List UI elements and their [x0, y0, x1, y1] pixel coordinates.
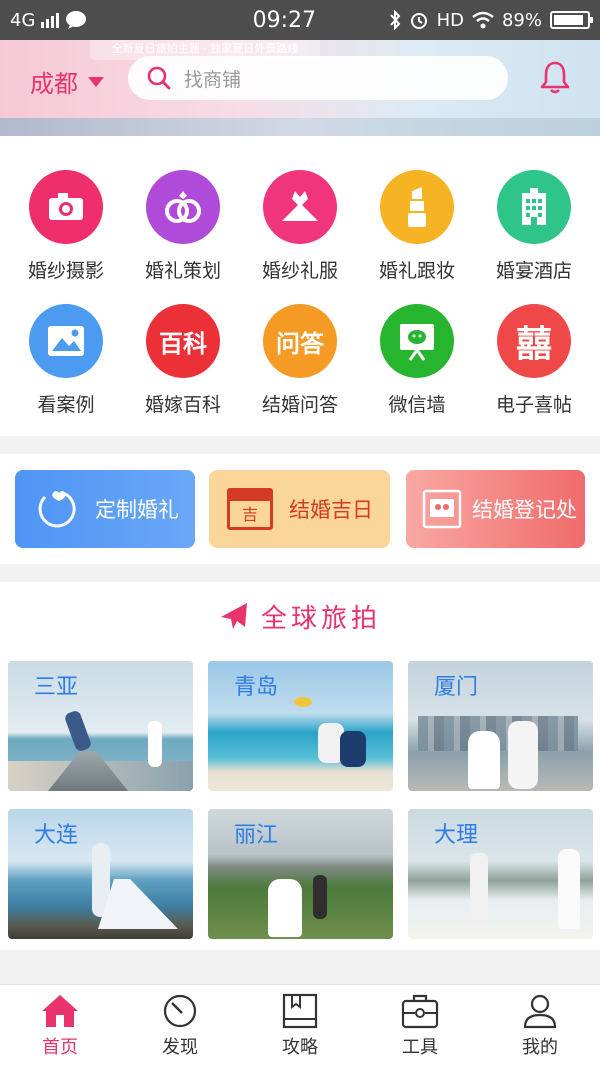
search-icon [147, 66, 171, 90]
category-label: 婚礼跟妆 [378, 260, 455, 282]
airplane-icon [220, 602, 247, 629]
travel-destination-card[interactable]: 大连 [8, 809, 193, 939]
category-item[interactable]: 问答 结婚问答 [245, 304, 355, 417]
custom-wedding-button[interactable]: 定制婚礼 [15, 470, 195, 548]
registry-office-button[interactable]: 结婚登记处 [406, 470, 585, 548]
category-label: 结婚问答 [261, 394, 338, 416]
destination-label: 青岛 [234, 675, 279, 700]
tab-tools[interactable]: 工具 [360, 985, 480, 1067]
profile-icon [523, 994, 557, 1029]
tab-guide[interactable]: 攻略 [240, 985, 360, 1067]
destination-label: 大理 [434, 823, 479, 848]
calendar-icon: 吉 [227, 488, 273, 530]
category-item[interactable]: 微信墙 [362, 304, 472, 417]
category-item[interactable]: 婚宴酒店 [479, 170, 589, 283]
action-row: 定制婚礼 吉 结婚吉日 结婚登记处 [0, 454, 600, 564]
battery-icon [550, 11, 593, 29]
destination-label: 三亚 [34, 675, 79, 700]
destination-label: 大连 [34, 823, 79, 848]
travel-destination-card[interactable]: 青岛 [208, 661, 393, 791]
category-label: 婚礼策划 [144, 260, 221, 282]
tab-discover[interactable]: 发现 [120, 985, 240, 1067]
action-label: 结婚登记处 [472, 498, 577, 522]
bell-icon[interactable] [536, 58, 574, 96]
bottom-tab-bar: 首页 发现 攻略 工具 我的 [0, 984, 600, 1067]
wifi-icon [472, 11, 494, 29]
invitation-icon: 囍 [497, 304, 571, 378]
tab-label: 攻略 [282, 1037, 318, 1058]
custom-wedding-icon [38, 491, 76, 528]
network-label: 4G [10, 9, 36, 31]
tab-label: 首页 [42, 1037, 78, 1058]
tab-label: 我的 [522, 1037, 558, 1058]
destination-label: 厦门 [434, 675, 479, 700]
category-item[interactable]: 婚礼跟妆 [362, 170, 472, 283]
category-item[interactable]: 看案例 [11, 304, 121, 417]
category-label: 电子喜帖 [495, 394, 572, 416]
bluetooth-icon [389, 10, 400, 30]
category-item[interactable]: 婚纱礼服 [245, 170, 355, 283]
lipstick-icon [380, 170, 454, 244]
registry-icon [422, 489, 462, 529]
book-icon [282, 993, 318, 1029]
rings-icon [146, 170, 220, 244]
category-label: 婚嫁百科 [144, 394, 221, 416]
category-item[interactable]: 囍 电子喜帖 [479, 304, 589, 417]
home-icon [42, 995, 78, 1027]
tab-label: 工具 [402, 1037, 438, 1058]
encyclopedia-icon: 百科 [146, 304, 220, 378]
category-item[interactable]: 婚纱摄影 [11, 170, 121, 283]
travel-title: 全球旅拍 [0, 598, 600, 635]
hd-label: HD [436, 9, 464, 31]
travel-destination-card[interactable]: 大理 [408, 809, 593, 939]
compass-icon [163, 994, 197, 1028]
city-selector[interactable]: 成都 [30, 64, 104, 99]
camera-icon [29, 170, 103, 244]
qa-icon: 问答 [263, 304, 337, 378]
picture-icon [29, 304, 103, 378]
search-input[interactable]: 找商铺 [128, 56, 508, 100]
travel-destination-card[interactable]: 厦门 [408, 661, 593, 791]
signal-icon [41, 12, 60, 28]
caret-down-icon [88, 76, 104, 87]
auspicious-day-button[interactable]: 吉 结婚吉日 [209, 470, 390, 548]
wechat-wall-icon [380, 304, 454, 378]
alarm-icon [410, 13, 427, 29]
category-label: 婚纱摄影 [27, 260, 104, 282]
travel-destination-card[interactable]: 丽江 [208, 809, 393, 939]
category-label: 微信墙 [388, 394, 446, 416]
tab-profile[interactable]: 我的 [480, 985, 600, 1067]
travel-section: 全球旅拍 三亚 青岛 厦门 大连 丽江 大理 [0, 582, 600, 950]
travel-destination-card[interactable]: 三亚 [8, 661, 193, 791]
message-icon [66, 11, 87, 29]
action-label: 结婚吉日 [289, 498, 373, 522]
hotel-icon [497, 170, 571, 244]
action-label: 定制婚礼 [95, 498, 179, 522]
battery-percent: 89% [501, 9, 542, 31]
category-label: 看案例 [37, 394, 95, 416]
category-label: 婚纱礼服 [261, 260, 338, 282]
category-label: 婚宴酒店 [495, 260, 572, 282]
toolbox-icon [401, 994, 439, 1029]
banner-stripe [0, 118, 600, 136]
category-item[interactable]: 婚礼策划 [128, 170, 238, 283]
city-label: 成都 [30, 70, 78, 98]
search-placeholder: 找商铺 [184, 68, 242, 91]
dress-icon [263, 170, 337, 244]
tab-home[interactable]: 首页 [0, 985, 120, 1067]
category-grid: 婚纱摄影 婚礼策划 婚纱礼服 婚礼跟妆 婚宴酒店 看案例 百科 婚嫁百科 问答 [0, 136, 600, 436]
tab-label: 发现 [162, 1037, 198, 1058]
status-bar: 4G 09:27 HD 89% [0, 0, 600, 40]
destination-label: 丽江 [234, 823, 279, 848]
category-item[interactable]: 百科 婚嫁百科 [128, 304, 238, 417]
clock: 09:27 [252, 7, 316, 33]
